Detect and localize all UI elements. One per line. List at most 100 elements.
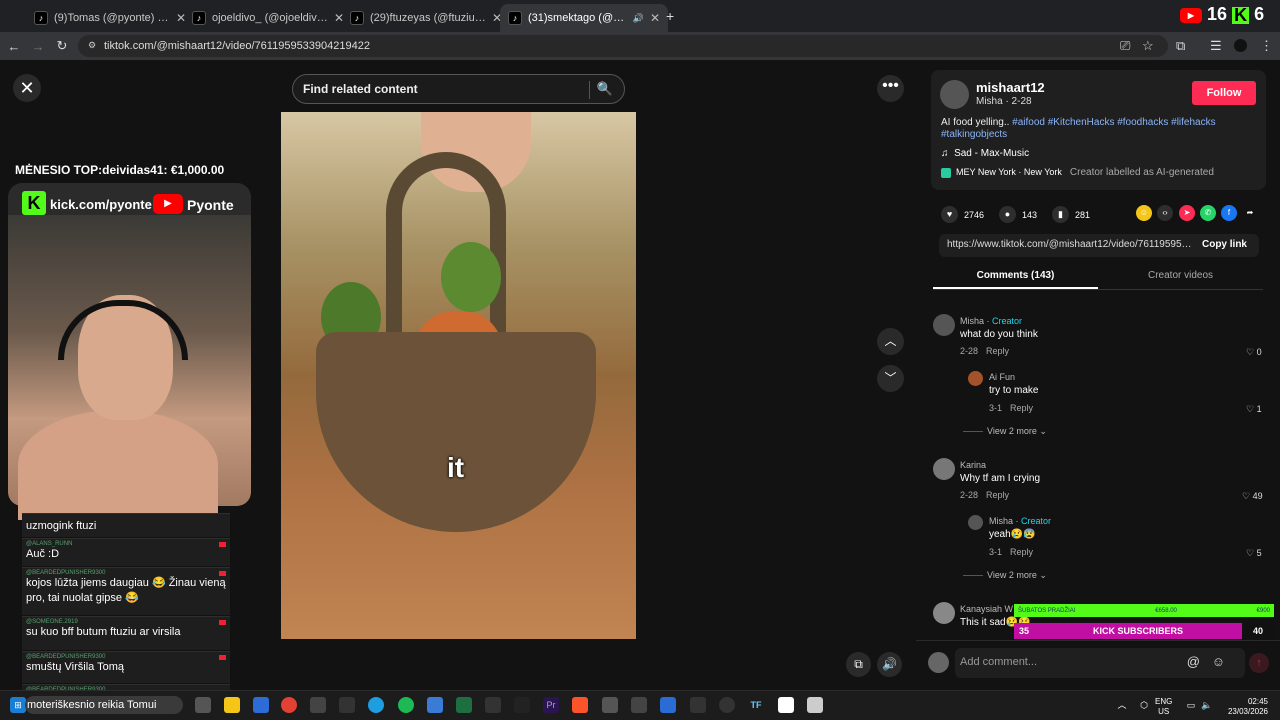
like-stat[interactable]: ♥ 2746 <box>941 206 984 223</box>
app-icon[interactable]: TF <box>748 697 764 713</box>
reply-button[interactable]: Reply <box>986 490 1009 500</box>
reply-button[interactable]: Reply <box>986 346 1009 356</box>
site-info-icon[interactable]: ⚙ <box>88 40 96 51</box>
tab-creator-videos[interactable]: Creator videos <box>1098 270 1263 281</box>
forward-icon[interactable]: → <box>26 39 50 54</box>
youtube-icon: ▶ <box>1180 7 1202 23</box>
facebook-icon[interactable]: f <box>1221 205 1237 221</box>
search-icon[interactable]: 🔍 <box>597 81 613 97</box>
avatar[interactable] <box>968 515 983 530</box>
app-icon[interactable] <box>807 697 823 713</box>
post-link[interactable]: https://www.tiktok.com/@mishaart12/video… <box>947 239 1192 250</box>
app-icon[interactable] <box>485 697 501 713</box>
heart-icon[interactable]: ♥ <box>941 206 958 223</box>
chrome-icon[interactable] <box>281 697 297 713</box>
subscriber-goal-bar: 35 KICK SUBSCRIBERS 40 <box>1014 623 1274 639</box>
comment-like-button[interactable]: ♡ 0 <box>1246 347 1262 358</box>
location-info: MEY New York · New York Creator labelled … <box>941 167 1214 178</box>
share-friends-icon[interactable]: ☺ <box>1136 205 1152 221</box>
premiere-icon[interactable]: Pr <box>543 697 559 713</box>
notepad-icon[interactable] <box>660 697 676 713</box>
volume-tray-icon[interactable]: 🔈 <box>1199 697 1215 713</box>
tray-expand-icon[interactable]: ︿ <box>1114 697 1130 713</box>
more-options-icon[interactable]: ••• <box>877 75 904 102</box>
user-avatar <box>928 652 949 673</box>
comment-stat[interactable]: ● 143 <box>999 206 1037 223</box>
spotify-icon[interactable] <box>398 697 414 713</box>
next-video-button[interactable]: ﹀ <box>877 365 904 392</box>
system-clock[interactable]: 02:45 23/03/2026 <box>1220 697 1268 717</box>
store-icon[interactable] <box>253 697 269 713</box>
youtube-badge-icon <box>219 571 226 576</box>
comment-like-button[interactable]: ♡ 1 <box>1246 404 1262 415</box>
file-explorer-icon[interactable] <box>224 697 240 713</box>
copy-link-button[interactable]: Copy link <box>1202 239 1247 250</box>
creator-username[interactable]: mishaart12 <box>976 80 1045 95</box>
obs-icon[interactable] <box>719 697 735 713</box>
reply-button[interactable]: Reply <box>1010 403 1033 413</box>
share-arrow-icon[interactable]: ➦ <box>1242 205 1258 221</box>
floating-player-icon[interactable]: ⧉ <box>846 652 871 677</box>
reading-list-icon[interactable]: ☰ <box>1210 38 1222 54</box>
excel-icon[interactable] <box>456 697 472 713</box>
photos-icon[interactable] <box>427 697 443 713</box>
edge-icon[interactable] <box>368 697 384 713</box>
music-info[interactable]: ♫ Sad - Max-Music <box>941 148 1029 159</box>
app-icon[interactable] <box>514 697 530 713</box>
speaker-icon[interactable]: 🔊 <box>633 13 644 24</box>
related-search-input[interactable]: Find related content 🔍 <box>292 74 625 104</box>
browser-tab[interactable]: ♪ojoeldivo_ (@ojoeldivo_) | TikTok✕ <box>184 4 352 32</box>
avatar[interactable] <box>933 314 955 336</box>
profile-icon[interactable] <box>1234 39 1247 52</box>
view-more-replies[interactable]: View 2 more ⌄ <box>963 570 1047 581</box>
browser-tab-active[interactable]: ♪(31)smektago (@smektago)🔊✕ <box>500 4 668 32</box>
creator-avatar[interactable] <box>940 80 969 109</box>
comment-like-button[interactable]: ♡ 49 <box>1242 491 1263 502</box>
close-video-button[interactable]: ✕ <box>13 74 41 102</box>
add-comment-input[interactable]: Add comment... @ ☺ <box>955 648 1245 678</box>
bookmark-star-icon[interactable]: ☆ <box>1142 38 1154 54</box>
back-icon[interactable]: ← <box>2 39 26 54</box>
avatar[interactable] <box>933 602 955 624</box>
volume-icon[interactable]: 🔊 <box>877 652 902 677</box>
language-indicator[interactable]: ENG US <box>1155 697 1172 717</box>
tab-comments[interactable]: Comments (143) <box>933 270 1098 281</box>
windows-start-icon[interactable]: ⊞ <box>10 697 26 713</box>
previous-video-button[interactable]: ︿ <box>877 328 904 355</box>
whatsapp-icon[interactable]: ✆ <box>1200 205 1216 221</box>
follow-button[interactable]: Follow <box>1192 81 1256 105</box>
app-icon[interactable] <box>631 697 647 713</box>
avatar[interactable] <box>968 371 983 386</box>
bookmark-icon[interactable]: ▮ <box>1052 206 1069 223</box>
video-player[interactable] <box>281 112 636 639</box>
mention-icon[interactable]: @ <box>1187 654 1200 669</box>
app-icon[interactable] <box>778 697 794 713</box>
cast-icon[interactable]: ⎚ <box>1120 38 1130 54</box>
task-view-icon[interactable] <box>195 697 211 713</box>
reply-button[interactable]: Reply <box>1010 547 1033 557</box>
save-stat[interactable]: ▮ 281 <box>1052 206 1090 223</box>
url-field[interactable]: tiktok.com/@mishaart12/video/76119595339… <box>78 35 1168 57</box>
brave-icon[interactable] <box>572 697 588 713</box>
tray-icon[interactable]: ⬡ <box>1136 697 1152 713</box>
reload-icon[interactable]: ↻ <box>50 38 74 54</box>
send-icon[interactable]: ➤ <box>1179 205 1195 221</box>
app-icon[interactable] <box>310 697 326 713</box>
close-tab-icon[interactable]: ✕ <box>650 11 660 25</box>
comment-like-button[interactable]: ♡ 5 <box>1246 548 1262 559</box>
display-icon[interactable]: ▭ <box>1183 697 1199 713</box>
app-icon[interactable] <box>339 697 355 713</box>
embed-icon[interactable]: ‹› <box>1157 205 1173 221</box>
comment-icon[interactable]: ● <box>999 206 1016 223</box>
extensions-icon[interactable]: ⧉ <box>1176 38 1185 54</box>
kebab-menu-icon[interactable]: ⋮ <box>1260 38 1273 54</box>
terminal-icon[interactable] <box>690 697 706 713</box>
new-tab-button[interactable]: + <box>666 8 674 24</box>
browser-tab[interactable]: ♪(29)ftuzeyas (@ftuziukas) | TikTok✕ <box>342 4 510 32</box>
avatar[interactable] <box>933 458 955 480</box>
view-more-replies[interactable]: View 2 more ⌄ <box>963 426 1047 437</box>
browser-tab[interactable]: ♪(9)Tomas (@pyonte) | TikTok✕ <box>26 4 194 32</box>
emoji-icon[interactable]: ☺ <box>1212 654 1225 669</box>
app-icon[interactable] <box>602 697 618 713</box>
post-comment-button[interactable]: ↑ <box>1249 653 1269 673</box>
